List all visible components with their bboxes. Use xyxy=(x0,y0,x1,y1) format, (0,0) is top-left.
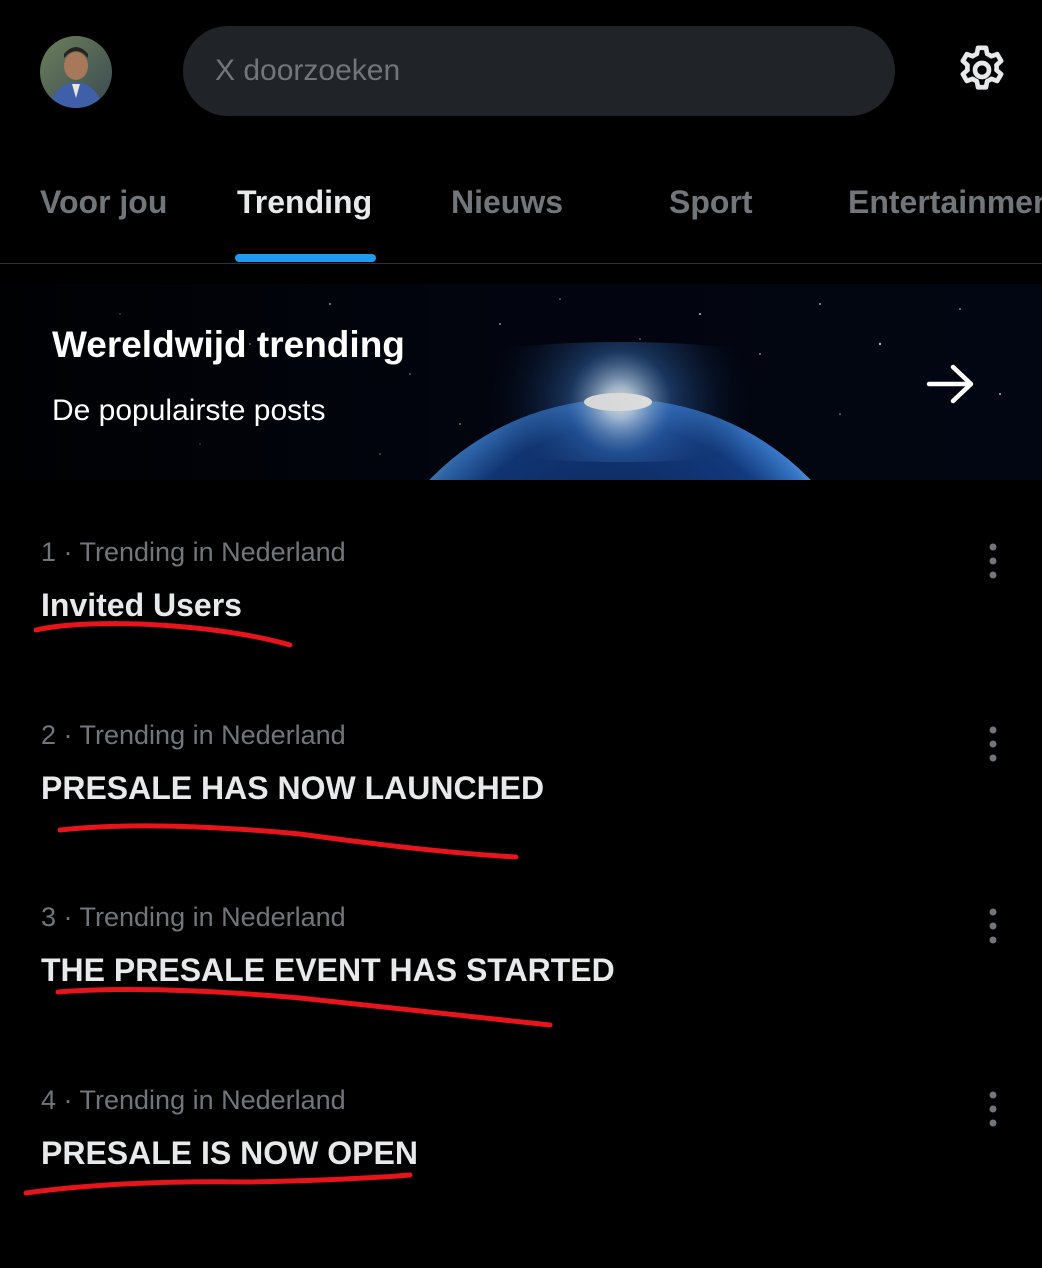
trend-item[interactable]: 2 · Trending in Nederland PRESALE HAS NO… xyxy=(0,720,1042,903)
banner-title: Wereldwijd trending xyxy=(52,324,405,365)
arrow-right-icon[interactable] xyxy=(925,362,977,406)
trend-title: PRESALE HAS NOW LAUNCHED xyxy=(41,770,545,806)
trend-item[interactable]: 4 · Trending in Nederland PRESALE IS NOW… xyxy=(0,1085,1042,1268)
settings-button[interactable] xyxy=(948,36,1016,104)
trend-item[interactable]: 3 · Trending in Nederland THE PRESALE EV… xyxy=(0,902,1042,1085)
trend-title: PRESALE IS NOW OPEN xyxy=(41,1135,418,1171)
trend-context: 3 · Trending in Nederland xyxy=(41,902,346,932)
gear-icon xyxy=(960,45,1004,90)
more-options-icon[interactable] xyxy=(980,724,1006,764)
trend-title: Invited Users xyxy=(41,587,242,623)
trend-context: 1 · Trending in Nederland xyxy=(41,537,346,567)
trend-title: THE PRESALE EVENT HAS STARTED xyxy=(41,952,615,988)
tab-nieuws[interactable]: Nieuws xyxy=(451,184,563,221)
trend-context: 2 · Trending in Nederland xyxy=(41,720,346,750)
user-avatar xyxy=(40,36,112,108)
earth-space-image xyxy=(0,284,1042,480)
trend-item[interactable]: 1 · Trending in Nederland Invited Users xyxy=(0,537,1042,720)
active-tab-indicator xyxy=(235,254,376,262)
avatar[interactable] xyxy=(40,36,112,108)
more-options-icon[interactable] xyxy=(980,906,1006,946)
tab-trending[interactable]: Trending xyxy=(237,184,372,221)
more-options-icon[interactable] xyxy=(980,541,1006,581)
search-bar[interactable] xyxy=(183,26,895,116)
tab-bar: Voor jou Trending Nieuws Sport Entertain… xyxy=(0,150,1042,264)
tab-voor-jou[interactable]: Voor jou xyxy=(40,184,167,221)
worldwide-trending-banner[interactable]: Wereldwijd trending De populairste posts xyxy=(0,284,1042,480)
tab-entertainment[interactable]: Entertainment xyxy=(848,184,1042,221)
search-input[interactable] xyxy=(213,53,895,89)
more-options-icon[interactable] xyxy=(980,1089,1006,1129)
tab-sport[interactable]: Sport xyxy=(669,184,753,221)
banner-subtitle: De populairste posts xyxy=(52,394,326,427)
trend-context: 4 · Trending in Nederland xyxy=(41,1085,346,1115)
